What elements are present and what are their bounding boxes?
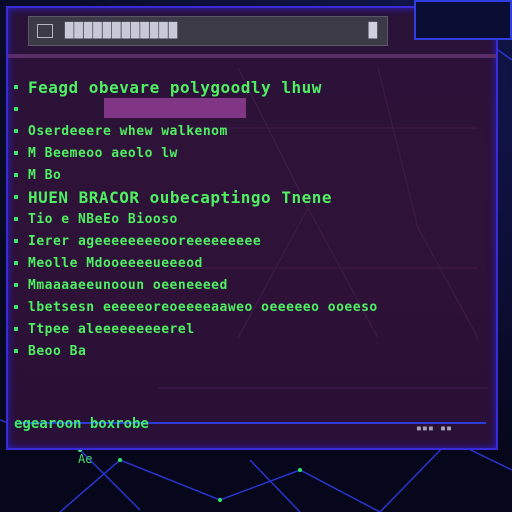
bullet-icon [14,129,18,133]
line-text: Meolle Mdooeeeeueeeod [28,255,203,271]
list-item: Beoo Ba [14,342,486,360]
bullet-icon [14,349,18,353]
line-text: Mmaaaaeeunooun oeeneeeed [28,277,228,293]
line-text: Ttpee aleeeeeeeeerel [28,321,195,337]
bullet-icon [14,283,18,287]
list-item: lbetsesn eeeeeoreoeeeeaaweo oeeeeeo ooee… [14,298,486,316]
terminal-window: ████████████ █ Feagd obevare polygoodly … [6,6,498,450]
bullet-icon [14,217,18,221]
line-text: Ierer ageeeeeeeeooreeeeeeeee [28,233,262,249]
highlight-bar [104,98,246,118]
bullet-icon [14,195,18,199]
footer-label: egearoon boxrobe [14,416,149,432]
line-text: M Beemeoo aeolo lw [28,145,178,161]
list-item: Meolle Mdooeeeeueeeod [14,254,486,272]
line-text: M Bo [28,167,62,183]
bullet-icon [14,327,18,331]
content-list: Feagd obevare polygoodly lhuw Oserdeeere… [14,74,486,408]
list-item: Tio e NBeEo Biooso [14,210,486,228]
bullet-icon [14,107,18,111]
bullet-icon [14,261,18,265]
line-text: lbetsesn eeeeeoreoeeeeaaweo oeeeeeo ooee… [28,299,378,315]
heading-line: HUEN BRACOR oubecaptingo Tnene [28,187,332,207]
corner-panel [414,0,512,40]
line-text: Oserdeeere whew walkenom [28,123,228,139]
line-text: Tio e NBeEo Biooso [28,211,178,227]
list-item: Ierer ageeeeeeeeooreeeeeeeee [14,232,486,250]
list-item: Ttpee aleeeeeeeeerel [14,320,486,338]
bullet-icon [14,239,18,243]
bullet-icon [14,305,18,309]
list-item: M Bo [14,166,486,184]
list-item [14,98,486,118]
bullet-icon [14,173,18,177]
list-item: Mmaaaaeeunooun oeeneeeed [14,276,486,294]
bullet-icon [14,85,18,89]
below-window-text: Ae [78,452,93,466]
list-item: M Beemeoo aeolo lw [14,144,486,162]
line-text: Beoo Ba [28,343,87,359]
footer-status: ▪▪▪ ▪▪ [415,423,452,434]
list-item: Feagd obevare polygoodly lhuw [14,77,486,97]
bullet-icon [14,151,18,155]
heading-line: Feagd obevare polygoodly lhuw [28,77,322,97]
list-item: Oserdeeere whew walkenom [14,122,486,140]
list-item: HUEN BRACOR oubecaptingo Tnene [14,187,486,207]
